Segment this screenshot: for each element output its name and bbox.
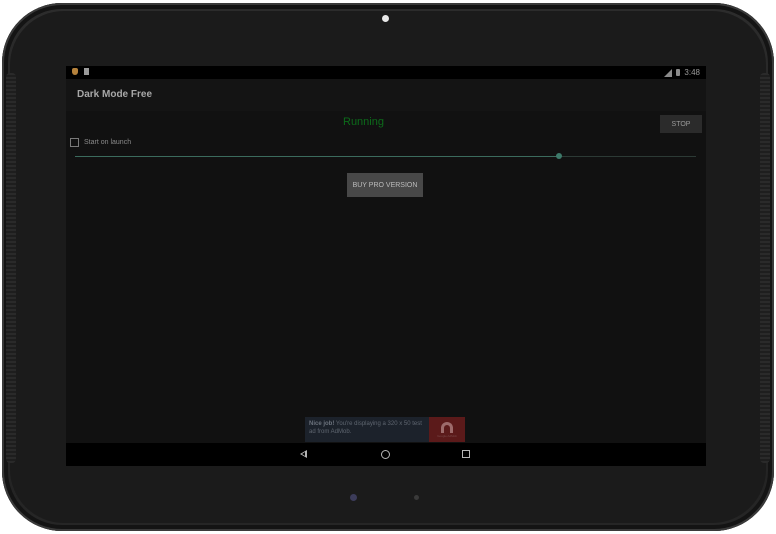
slider-fill — [75, 156, 560, 157]
sd-card-icon — [84, 68, 89, 75]
recents-icon[interactable] — [462, 450, 470, 458]
start-on-launch-row[interactable]: Start on launch — [70, 138, 131, 147]
admob-logo: Google AdMob — [429, 417, 465, 442]
main-content: Running STOP Start on launch BUY PRO VER… — [66, 111, 706, 443]
device-screen: 3:48 Dark Mode Free Running STOP Start o… — [66, 66, 706, 466]
right-speaker-grille — [760, 73, 770, 463]
running-status: Running — [343, 116, 384, 128]
buy-pro-button[interactable]: BUY PRO VERSION — [347, 173, 423, 197]
sensor-dot — [350, 494, 357, 501]
dim-level-slider[interactable] — [75, 152, 696, 162]
back-icon[interactable] — [300, 450, 307, 458]
left-speaker-grille — [6, 73, 16, 463]
stop-button[interactable]: STOP — [660, 115, 702, 133]
navigation-bar — [66, 443, 706, 466]
signal-icon — [664, 68, 673, 77]
status-bar: 3:48 — [66, 66, 706, 79]
start-on-launch-label: Start on launch — [84, 139, 132, 146]
slider-thumb[interactable] — [556, 153, 563, 159]
front-camera — [382, 15, 389, 22]
admob-logo-icon — [441, 421, 453, 433]
battery-icon — [676, 69, 681, 76]
sensor-dot — [414, 495, 419, 500]
app-title: Dark Mode Free — [77, 89, 153, 100]
start-on-launch-checkbox[interactable] — [70, 138, 79, 147]
status-system: 3:48 — [664, 68, 700, 77]
home-icon[interactable] — [381, 450, 390, 459]
status-notifications — [72, 68, 89, 75]
action-bar: Dark Mode Free — [66, 79, 706, 111]
ad-text: Nice job! You're displaying a 320 x 50 t… — [305, 417, 429, 442]
admob-logo-text: Google AdMob — [437, 433, 457, 438]
ad-banner[interactable]: Nice job! You're displaying a 320 x 50 t… — [305, 417, 465, 442]
status-clock: 3:48 — [684, 68, 700, 77]
notification-icon — [72, 68, 78, 75]
ad-text-bold: Nice job! — [309, 421, 335, 427]
